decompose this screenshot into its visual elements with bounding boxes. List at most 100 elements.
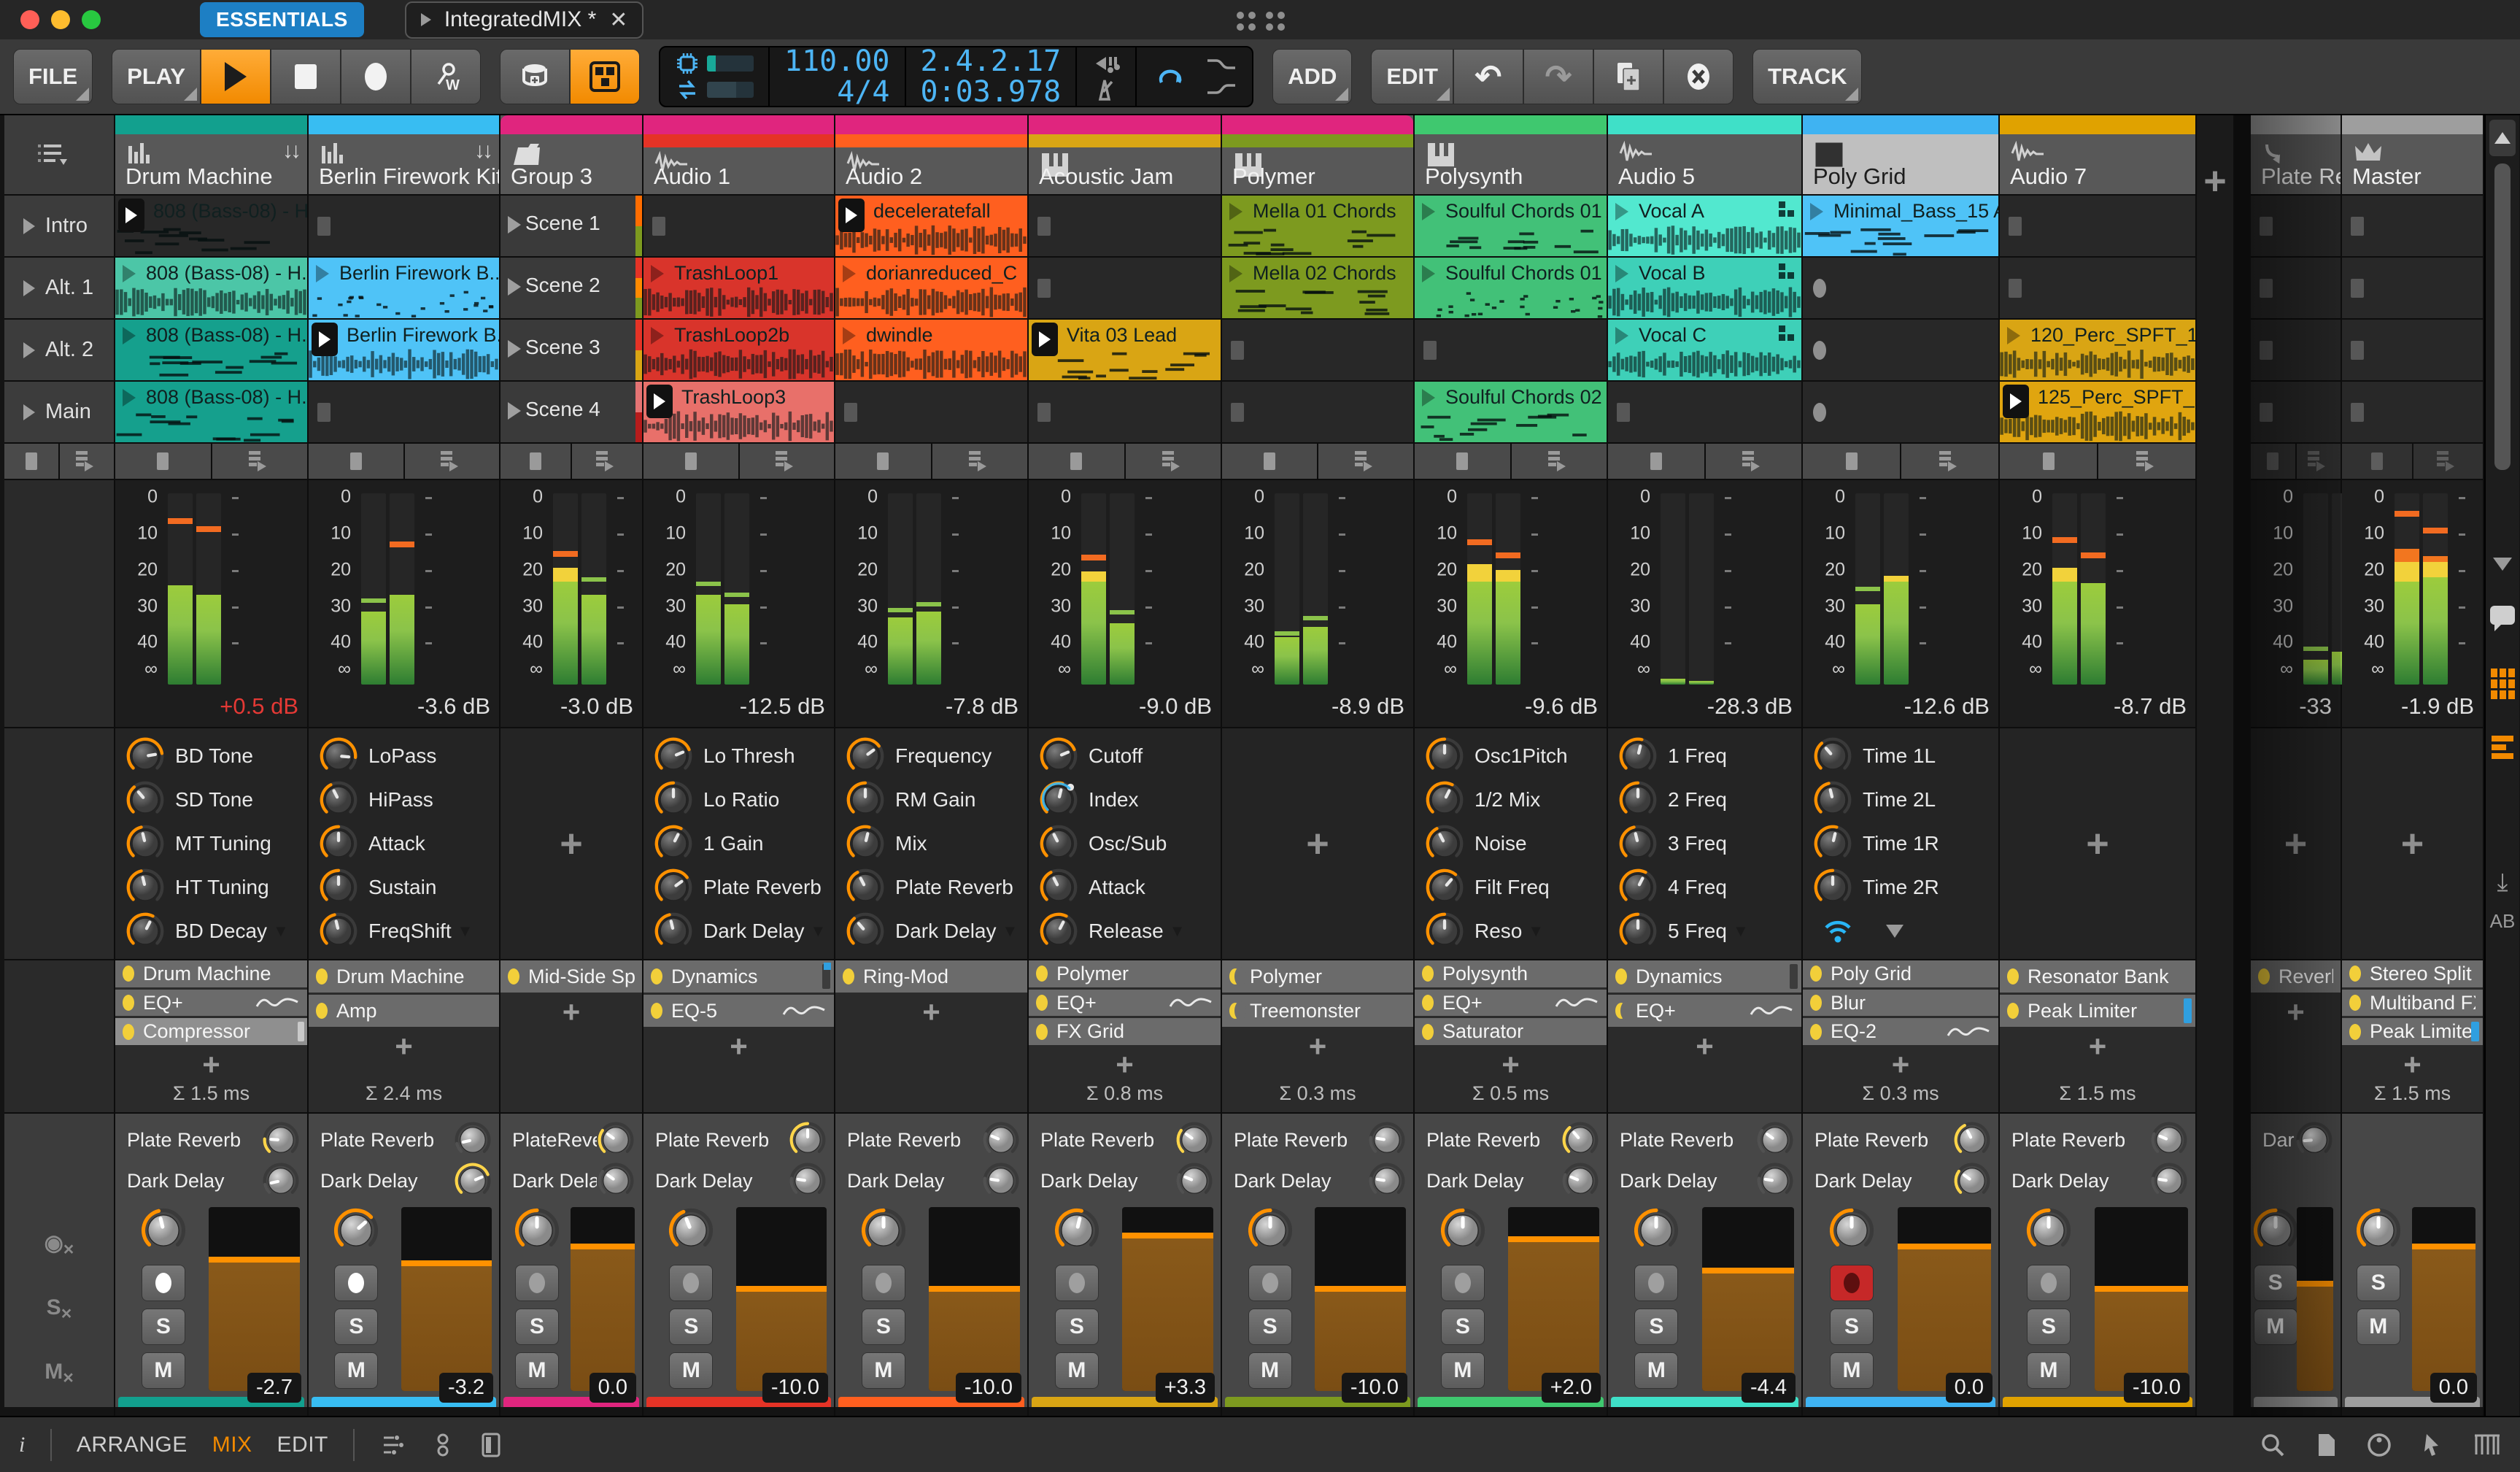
clip-play-icon[interactable] — [1229, 265, 1242, 282]
pan-knob[interactable] — [668, 1207, 714, 1257]
clip-grid-icon[interactable] — [2490, 668, 2515, 699]
stop-all-clips-button[interactable] — [4, 444, 60, 479]
device-chip[interactable]: Saturator — [1415, 1018, 1607, 1046]
volume-fader[interactable] — [1315, 1207, 1406, 1391]
remote-control-knob[interactable]: Dark Delay ▼ — [835, 909, 1027, 953]
clip-slot[interactable] — [1803, 258, 1998, 320]
remote-control-knob[interactable]: 5 Freq ▼ — [1608, 909, 1801, 953]
device-enabled-icon[interactable] — [2349, 1023, 2361, 1040]
clip-slot[interactable] — [2342, 196, 2483, 258]
remote-control-knob[interactable]: Filt Freq — [1415, 866, 1607, 909]
send-row[interactable]: Dark Delay — [1608, 1160, 1801, 1201]
remote-control-knob[interactable]: Time 2R — [1803, 866, 1998, 909]
record-arm-button[interactable] — [334, 1265, 379, 1301]
device-enabled-icon[interactable] — [843, 968, 854, 984]
device-enabled-crescent-icon[interactable] — [1615, 1001, 1632, 1020]
download-arrow-icon[interactable]: ⤓ — [2497, 868, 2508, 897]
track-header[interactable]: Audio 1 — [643, 115, 834, 196]
track-menu-button[interactable]: TRACK — [1752, 49, 1863, 104]
solo-button[interactable]: S — [515, 1309, 560, 1345]
device-chip[interactable]: Blur — [1803, 989, 1998, 1017]
volume-fader[interactable] — [208, 1207, 300, 1391]
device-enabled-icon[interactable] — [316, 968, 328, 984]
solo-button[interactable]: S — [861, 1309, 905, 1345]
scene-launch-button[interactable] — [60, 444, 114, 479]
mute-button[interactable]: M — [515, 1352, 560, 1389]
stop-all-clips-button[interactable] — [1415, 444, 1512, 479]
scroll-up-button[interactable] — [2489, 120, 2516, 156]
device-chip[interactable]: Reverb — [2251, 960, 2341, 993]
volume-fader[interactable] — [571, 1207, 635, 1391]
mute-button[interactable]: M — [141, 1352, 185, 1389]
clip-slot[interactable] — [643, 196, 834, 258]
mute-button[interactable]: M — [1054, 1352, 1099, 1389]
add-remote-controls-button[interactable]: + — [2284, 821, 2308, 866]
device-enabled-icon[interactable] — [2349, 995, 2361, 1011]
clip-playing-icon[interactable] — [1032, 323, 1058, 356]
device-enabled-icon[interactable] — [123, 1023, 134, 1040]
volume-fader[interactable] — [1701, 1207, 1794, 1391]
scene-launch-button[interactable] — [1511, 444, 1607, 479]
add-device-button[interactable]: + — [2000, 1029, 2195, 1064]
track-header[interactable]: Group 3 — [500, 115, 642, 196]
remote-control-knob[interactable]: 2 Freq — [1608, 778, 1801, 822]
send-row[interactable]: Dark Delay — [2000, 1160, 2195, 1201]
add-device-button[interactable]: + — [1029, 1047, 1221, 1082]
tab-close-icon[interactable]: ✕ — [609, 7, 627, 33]
add-device-button[interactable]: + — [115, 1047, 307, 1082]
scene-slot[interactable]: Scene 2 — [500, 258, 642, 320]
ab-compare-icon[interactable]: AB — [2490, 910, 2516, 933]
clip[interactable]: dorianreduced_C — [835, 258, 1027, 318]
mute-button[interactable]: M — [1634, 1352, 1679, 1389]
panel-toggle-icon[interactable] — [480, 1431, 502, 1459]
remote-control-knob[interactable]: Mix — [835, 822, 1027, 866]
send-row[interactable]: Dark Delay — [2251, 1120, 2341, 1160]
track-header[interactable]: Audio 5 — [1608, 115, 1801, 196]
add-device-button[interactable]: + — [1608, 1029, 1801, 1064]
volume-fader[interactable] — [1121, 1207, 1213, 1391]
volume-fader[interactable] — [2297, 1207, 2333, 1391]
pan-knob[interactable] — [2252, 1207, 2299, 1257]
device-chip[interactable]: FX Grid — [1029, 1018, 1221, 1046]
piano-keys-icon[interactable] — [2472, 1431, 2501, 1459]
add-remote-controls-button[interactable]: + — [1306, 821, 1329, 866]
clip-play-icon[interactable] — [1422, 389, 1435, 406]
view-arrange[interactable]: ARRANGE — [77, 1433, 188, 1457]
clip-playing-icon[interactable] — [312, 323, 338, 356]
clip-rows-icon[interactable] — [2492, 736, 2513, 759]
disable-solo-icon[interactable]: S× — [47, 1295, 72, 1325]
solo-button[interactable]: S — [669, 1309, 714, 1345]
send-row[interactable]: Plate Reverb — [643, 1120, 834, 1160]
device-chip[interactable]: Drum Machine — [115, 960, 307, 987]
remote-control-knob[interactable]: 1 Freq — [1608, 734, 1801, 778]
remote-control-knob[interactable]: Lo Ratio — [643, 778, 834, 822]
clip-record-icon[interactable] — [1813, 340, 1826, 360]
song-time[interactable]: 0:03.978 — [921, 77, 1062, 107]
device-enabled-icon[interactable] — [123, 995, 134, 1011]
redo-button[interactable]: ↷ — [1523, 49, 1593, 104]
clip-play-icon[interactable] — [123, 327, 136, 344]
delete-button[interactable] — [1663, 49, 1734, 104]
pan-knob[interactable] — [1054, 1207, 1100, 1257]
add-device-button[interactable]: + — [500, 995, 642, 1030]
pre-roll-curve-icon[interactable] — [1205, 57, 1237, 72]
clip-slot[interactable] — [309, 382, 499, 444]
clip-slot[interactable] — [1029, 382, 1221, 444]
position-cell[interactable]: 2.4.2.17 0:03.978 — [906, 46, 1078, 107]
device-chip[interactable]: Peak Limiter — [2342, 1018, 2483, 1046]
knob-page-dropdown-icon[interactable] — [1886, 925, 1903, 938]
device-chip[interactable]: Resonator Bank — [2000, 960, 2195, 993]
stop-all-clips-button[interactable] — [115, 444, 212, 479]
pan-knob[interactable] — [2355, 1207, 2402, 1257]
launcher-list-icon[interactable] — [34, 140, 71, 176]
clip-slot[interactable] — [2000, 196, 2195, 258]
device-enabled-icon[interactable] — [316, 1003, 328, 1019]
device-chip[interactable]: Dynamics — [643, 960, 834, 993]
remote-control-knob[interactable]: HT Tuning — [115, 866, 307, 909]
scene-launch-button[interactable] — [2413, 444, 2483, 479]
scene-row-play-icon[interactable] — [23, 280, 35, 296]
link-icon[interactable] — [430, 1432, 455, 1458]
add-device-button[interactable]: + — [1803, 1047, 1998, 1082]
chevron-down-icon[interactable] — [2493, 558, 2512, 571]
clip-slot[interactable]: Mella 01 Chords — [1222, 196, 1413, 258]
